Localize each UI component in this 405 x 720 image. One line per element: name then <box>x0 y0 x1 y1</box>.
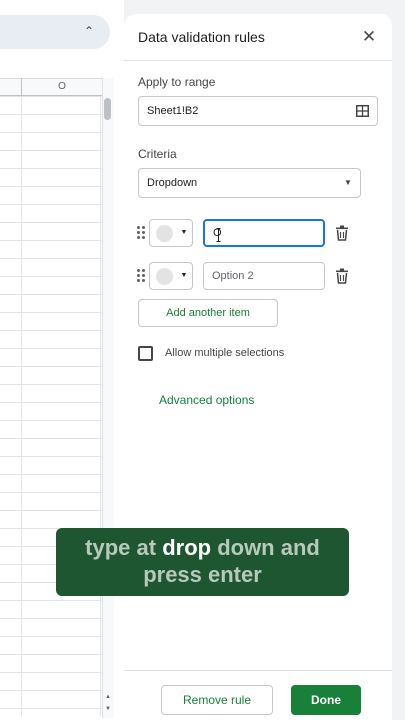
item-color-picker[interactable]: ▼ <box>149 262 193 290</box>
color-swatch <box>156 268 173 285</box>
done-button[interactable]: Done <box>291 685 361 715</box>
drag-handle-icon[interactable] <box>137 226 147 240</box>
item-1-input[interactable] <box>203 219 325 247</box>
allow-multiple-label[interactable]: Allow multiple selections <box>165 347 284 359</box>
spreadsheet-area: ⌃ O ▲ ▼ <box>0 0 124 720</box>
item-2-input[interactable] <box>203 262 325 290</box>
panel-title: Data validation rules <box>138 29 265 45</box>
criteria-label: Criteria <box>138 147 177 161</box>
remove-rule-button[interactable]: Remove rule <box>161 685 273 715</box>
cell-grid[interactable] <box>0 96 102 716</box>
data-validation-panel: Data validation rules ✕ Apply to range S… <box>124 14 392 720</box>
drag-handle-icon[interactable] <box>137 269 147 283</box>
chevron-down-icon: ▼ <box>344 178 352 187</box>
apply-to-range-label: Apply to range <box>138 75 216 89</box>
allow-multiple-checkbox[interactable] <box>138 346 153 361</box>
caption-highlight: drop <box>162 535 212 560</box>
trash-icon[interactable] <box>335 225 349 241</box>
tutorial-caption: type at drop down and press enter <box>56 528 349 596</box>
chevron-up-icon[interactable]: ⌃ <box>82 24 96 38</box>
range-input[interactable]: Sheet1!B2 <box>138 96 378 126</box>
chevron-down-icon: ▼ <box>180 229 188 236</box>
text-cursor-icon <box>216 228 221 242</box>
screen: ⌃ O ▲ ▼ Data validation rules ✕ Apply to… <box>0 0 405 720</box>
caption-text-2: down and <box>211 535 320 560</box>
close-icon[interactable]: ✕ <box>360 28 378 46</box>
vertical-scrollbar[interactable] <box>102 78 114 718</box>
range-value: Sheet1!B2 <box>147 105 199 117</box>
scrollbar-thumb[interactable] <box>104 98 111 120</box>
color-swatch <box>156 225 173 242</box>
add-another-item-button[interactable]: Add another item <box>138 299 278 327</box>
column-header-o[interactable]: O <box>22 80 102 94</box>
footer-divider <box>124 670 392 671</box>
advanced-options-link[interactable]: Advanced options <box>159 393 254 407</box>
chevron-down-icon: ▼ <box>180 272 188 279</box>
caption-line-1: type at drop down and <box>56 534 349 561</box>
scroll-down-arrow-icon[interactable]: ▼ <box>102 704 114 714</box>
item-color-picker[interactable]: ▼ <box>149 219 193 247</box>
trash-icon[interactable] <box>335 268 349 284</box>
caption-text-1: type at <box>85 535 163 560</box>
criteria-value: Dropdown <box>147 177 198 189</box>
grid-icon[interactable] <box>356 105 369 117</box>
scroll-up-arrow-icon[interactable]: ▲ <box>102 692 114 702</box>
panel-divider <box>124 60 392 61</box>
criteria-select[interactable]: Dropdown ▼ <box>138 168 361 198</box>
caption-line-2: press enter <box>143 562 262 587</box>
